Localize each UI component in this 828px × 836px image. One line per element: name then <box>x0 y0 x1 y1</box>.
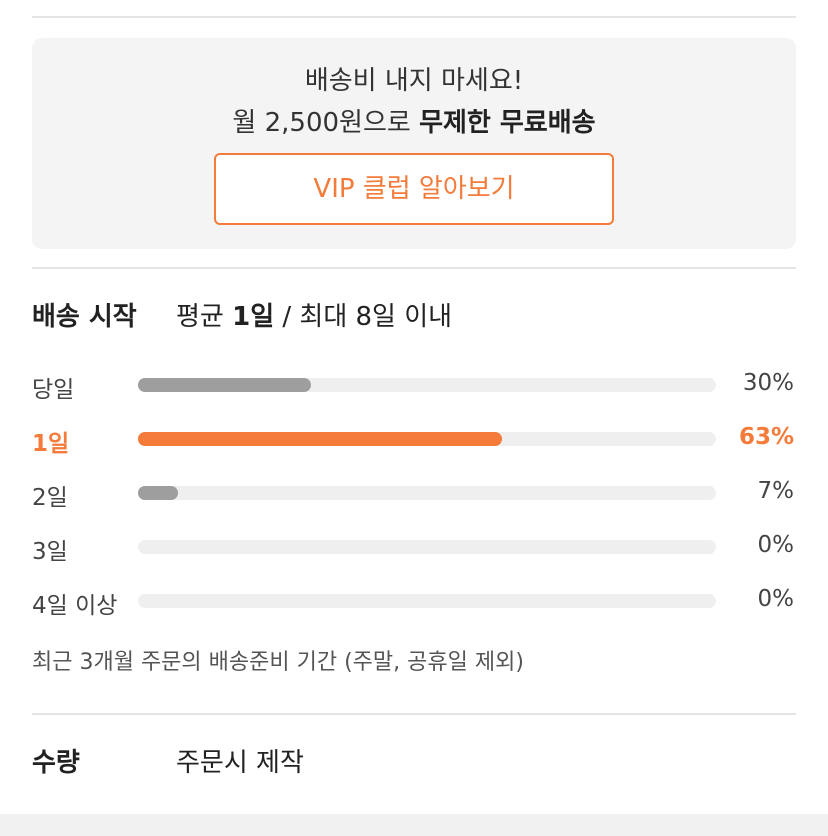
shipping-start-label: 배송 시작 <box>32 302 137 332</box>
distribution-row-label: 1일 <box>32 431 70 457</box>
promo-subline: 월 2,500원으로 무제한 무료배송 <box>32 102 796 139</box>
distribution-row: 3일 0% <box>32 532 796 565</box>
promo-subline-text: 월 2,500원으로 <box>232 108 420 138</box>
quantity-value: 주문시 제작 <box>176 748 304 778</box>
distribution-row: 4일 이상 0% <box>32 586 796 619</box>
promo-headline: 배송비 내지 마세요! <box>304 66 524 96</box>
distribution-bar-track <box>138 378 716 392</box>
distribution-bar-track <box>138 432 716 446</box>
distribution-row: 당일 30% <box>32 370 796 403</box>
promo-divider <box>32 267 796 269</box>
distribution-bar-fill <box>138 486 179 500</box>
footer-band <box>0 814 828 836</box>
distribution-row-percent: 0% <box>757 532 795 558</box>
shipping-summary: 평균 1일 / 최대 8일 이내 <box>176 296 452 333</box>
distribution-bar-track <box>138 594 716 608</box>
avg-value: 1일 <box>232 302 275 332</box>
distribution-bar-fill <box>138 378 312 392</box>
distribution-bar-fill <box>138 432 503 446</box>
shipping-note: 최근 3개월 주문의 배송준비 기간 (주말, 공휴일 제외) <box>32 650 524 675</box>
distribution-row-label: 4일 이상 <box>32 593 118 619</box>
distribution-row-percent: 0% <box>757 586 795 612</box>
quantity-label: 수량 <box>32 748 80 778</box>
distribution-bar-track <box>138 486 716 500</box>
distribution-row-percent: 7% <box>757 478 795 504</box>
distribution-row-label: 3일 <box>32 539 68 565</box>
product-shipping-info: 배송비 내지 마세요! 월 2,500원으로 무제한 무료배송 VIP 클럽 알… <box>0 0 828 836</box>
vip-club-button[interactable]: VIP 클럽 알아보기 <box>214 153 614 225</box>
vip-promo-box: 배송비 내지 마세요! 월 2,500원으로 무제한 무료배송 VIP 클럽 알… <box>32 38 796 249</box>
distribution-row: 1일 63% <box>32 424 796 457</box>
max-text: / 최대 8일 이내 <box>274 302 453 332</box>
distribution-row: 2일 7% <box>32 478 796 511</box>
top-divider <box>32 16 796 18</box>
distribution-row-percent: 30% <box>742 370 794 396</box>
avg-prefix: 평균 <box>176 302 233 332</box>
quantity-divider <box>32 713 796 715</box>
promo-subline-bold: 무제한 무료배송 <box>419 108 596 138</box>
distribution-row-label: 당일 <box>32 377 75 403</box>
distribution-row-percent: 63% <box>738 424 794 450</box>
distribution-bar-track <box>138 540 716 554</box>
distribution-row-label: 2일 <box>32 485 68 511</box>
